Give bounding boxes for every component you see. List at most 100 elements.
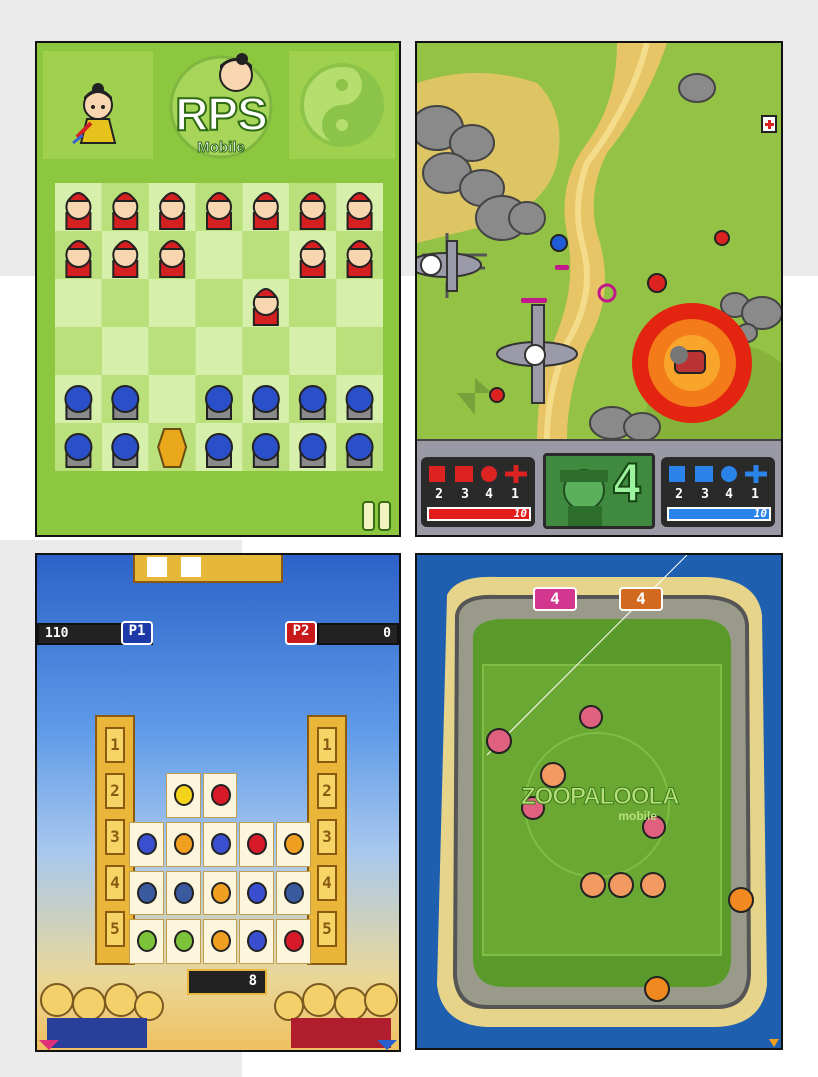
p1-label: P1 bbox=[121, 621, 153, 645]
bar-icon bbox=[173, 881, 194, 904]
pillar-number: 3 bbox=[105, 819, 125, 855]
red-piece[interactable] bbox=[346, 240, 373, 278]
red-piece[interactable] bbox=[206, 192, 232, 230]
yin-yang-icon bbox=[300, 63, 384, 147]
yin-yang-tile bbox=[289, 51, 395, 159]
blue-health-value: 10 bbox=[753, 507, 767, 520]
bell-symbol[interactable] bbox=[202, 919, 238, 965]
bar-symbol[interactable] bbox=[276, 870, 311, 916]
cherry-icon bbox=[284, 930, 305, 953]
blue-piece[interactable] bbox=[205, 385, 233, 420]
blue-piece[interactable] bbox=[64, 433, 93, 468]
commander-number: 4 bbox=[610, 453, 643, 515]
p2-score: 0 bbox=[383, 626, 391, 641]
bell-symbol[interactable] bbox=[202, 870, 238, 916]
red-count-3: 4 bbox=[485, 487, 493, 502]
pause-icon bbox=[362, 501, 391, 531]
top-ornament bbox=[133, 555, 283, 583]
red-health-value: 10 bbox=[513, 507, 527, 520]
bell-icon bbox=[210, 881, 231, 904]
red-team-panel: 2 3 4 1 10 bbox=[421, 457, 535, 527]
zoopaloola-logo-title: ZOOPALOOLA bbox=[521, 783, 681, 811]
cherry-icon bbox=[147, 557, 167, 577]
red-piece[interactable] bbox=[112, 192, 139, 230]
red-piece[interactable] bbox=[299, 192, 326, 230]
pause-button[interactable] bbox=[359, 499, 395, 533]
zoopaloola-screen: 4 4 ZOOPALOOLA mobile bbox=[415, 553, 783, 1050]
cherry-symbol[interactable] bbox=[276, 919, 311, 965]
pillar-number: 2 bbox=[105, 773, 125, 809]
red-piece[interactable] bbox=[159, 192, 186, 230]
bar-symbol[interactable] bbox=[129, 870, 164, 916]
plum-icon bbox=[137, 832, 157, 855]
ninja-girl-avatar bbox=[72, 83, 117, 145]
red-piece[interactable] bbox=[65, 192, 92, 230]
p2-label: P2 bbox=[285, 621, 317, 645]
cherry-symbol[interactable] bbox=[202, 773, 238, 818]
battle-map[interactable] bbox=[417, 43, 781, 439]
blue-piece[interactable] bbox=[205, 433, 233, 468]
banana-icon bbox=[173, 784, 194, 806]
blue-piece[interactable] bbox=[298, 385, 327, 420]
crowd bbox=[39, 983, 398, 1050]
red-piece[interactable] bbox=[252, 192, 279, 230]
bell-symbol[interactable] bbox=[165, 821, 201, 867]
red-piece[interactable] bbox=[159, 240, 186, 278]
rps-logo: RPS Mobile bbox=[162, 51, 280, 159]
cherry-icon bbox=[247, 832, 268, 855]
scroll-down-icon bbox=[769, 1039, 779, 1047]
banana-symbol[interactable] bbox=[165, 773, 201, 818]
target-marker bbox=[632, 303, 752, 423]
bar-symbol[interactable] bbox=[165, 870, 201, 916]
blue-unit-icons bbox=[665, 463, 771, 485]
red-piece[interactable] bbox=[65, 240, 92, 278]
blue-piece[interactable] bbox=[251, 385, 280, 420]
checker-board bbox=[55, 183, 383, 471]
bar-icon bbox=[137, 881, 157, 904]
left-team-score: 4 bbox=[533, 587, 577, 611]
bar-icon bbox=[284, 881, 305, 904]
pear-symbol[interactable] bbox=[129, 919, 164, 965]
red-piece[interactable] bbox=[346, 192, 373, 230]
blue-piece[interactable] bbox=[111, 385, 140, 420]
blue-piece[interactable] bbox=[345, 433, 374, 468]
zoopaloola-logo-subtitle: mobile bbox=[618, 809, 657, 823]
symbol-grid[interactable] bbox=[129, 773, 313, 969]
plum-icon bbox=[247, 930, 268, 953]
blue-piece[interactable] bbox=[111, 433, 140, 468]
medkit-icon bbox=[761, 115, 777, 133]
blue-piece[interactable] bbox=[298, 433, 327, 468]
red-count-1: 2 bbox=[435, 487, 443, 502]
blue-count-1: 2 bbox=[675, 487, 683, 502]
game-board[interactable] bbox=[55, 183, 383, 471]
red-piece[interactable] bbox=[112, 240, 139, 278]
blue-count-2: 3 bbox=[701, 487, 709, 502]
plum-symbol[interactable] bbox=[239, 870, 275, 916]
blue-piece[interactable] bbox=[251, 433, 280, 468]
plum-icon bbox=[210, 832, 231, 855]
pear-symbol[interactable] bbox=[165, 919, 201, 965]
rps-logo-title: RPS bbox=[174, 87, 269, 141]
blue-count-3: 4 bbox=[725, 487, 733, 502]
bell-icon bbox=[284, 832, 305, 855]
plum-symbol[interactable] bbox=[239, 919, 275, 965]
p1-score: 110 bbox=[45, 626, 69, 641]
pillar-number: 5 bbox=[105, 911, 125, 947]
plum-symbol[interactable] bbox=[202, 821, 238, 867]
blue-count-4: 1 bbox=[751, 487, 759, 502]
plum-icon bbox=[247, 881, 268, 904]
p2-score-bar: 0 bbox=[317, 623, 399, 645]
bell-icon bbox=[173, 832, 194, 855]
pillar-number: 3 bbox=[317, 819, 337, 855]
cherry-symbol[interactable] bbox=[239, 821, 275, 867]
bell-symbol[interactable] bbox=[276, 821, 311, 867]
pillar-number: 5 bbox=[317, 911, 337, 947]
bell-icon bbox=[210, 930, 231, 953]
hud-bar: 2 3 4 1 10 4 2 3 4 1 10 bbox=[417, 439, 781, 535]
blue-piece[interactable] bbox=[64, 385, 93, 420]
red-piece[interactable] bbox=[252, 288, 279, 326]
red-piece[interactable] bbox=[299, 240, 326, 278]
plum-symbol[interactable] bbox=[129, 821, 164, 867]
blue-piece[interactable] bbox=[345, 385, 374, 420]
pillar-number: 4 bbox=[317, 865, 337, 901]
